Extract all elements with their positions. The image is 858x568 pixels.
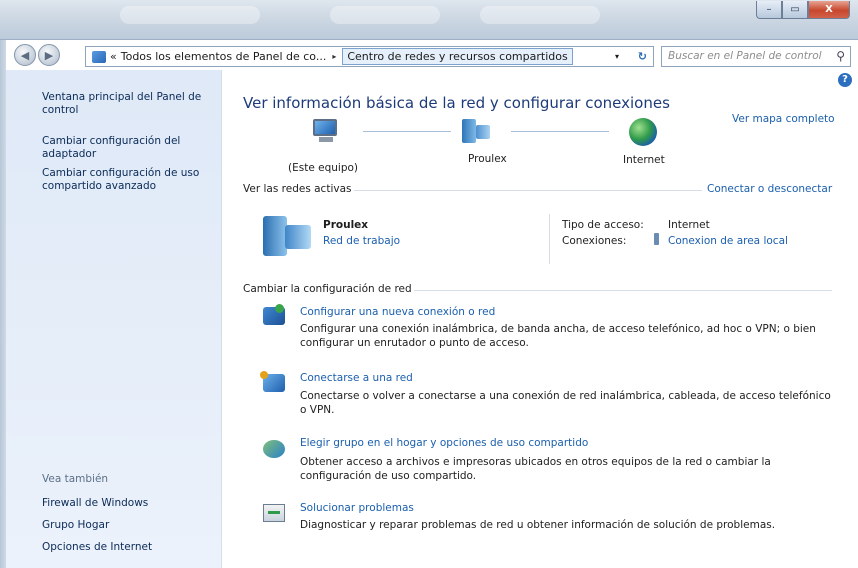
connections-label: Conexiones: [562, 235, 627, 247]
minimize-button[interactable]: – [756, 1, 782, 19]
network-label: Proulex [468, 153, 507, 165]
help-icon[interactable]: ? [838, 73, 852, 87]
task-troubleshoot-desc: Diagnosticar y reparar problemas de red … [300, 519, 776, 531]
breadcrumb-chevron-icon[interactable]: ▸ [332, 52, 336, 61]
task-connect-network[interactable]: Conectarse a una red [300, 372, 413, 384]
task-troubleshoot[interactable]: Solucionar problemas [300, 502, 414, 514]
title-bar-glass [330, 6, 440, 24]
network-category-icon-part [263, 216, 287, 256]
task-new-connection[interactable]: Configurar una nueva conexión o red [300, 306, 495, 318]
sidebar-item-change-adapter[interactable]: Cambiar configuración del adaptador [42, 135, 192, 161]
internet-label: Internet [623, 154, 665, 166]
ethernet-icon [654, 233, 659, 245]
close-button[interactable]: X [808, 1, 850, 19]
section-divider [354, 190, 702, 191]
change-settings-heading: Cambiar la configuración de red [243, 283, 412, 295]
task-new-connection-desc: Configurar una conexión inalámbrica, de … [300, 323, 816, 349]
refresh-icon[interactable]: ↻ [638, 50, 647, 63]
search-input[interactable]: Buscar en el Panel de control ⚲ [661, 46, 851, 67]
active-networks-heading: Ver las redes activas [243, 183, 352, 195]
see-also-heading: Vea también [42, 473, 109, 485]
computer-icon[interactable] [309, 119, 343, 145]
sidebar-item-control-panel-home[interactable]: Ventana principal del Panel de control [42, 91, 214, 117]
map-connector [511, 131, 609, 132]
search-placeholder: Buscar en el Panel de control [668, 50, 822, 62]
network-type-link[interactable]: Red de trabajo [323, 235, 400, 247]
sidebar-item-advanced-sharing[interactable]: Cambiar configuración de uso compartido … [42, 167, 214, 193]
computer-screen [313, 119, 337, 136]
connection-link[interactable]: Conexion de area local [668, 235, 788, 247]
sidebar-item-internet-options[interactable]: Opciones de Internet [42, 541, 152, 554]
vertical-divider [549, 214, 550, 264]
control-panel-icon [92, 50, 106, 63]
title-bar-glass [480, 6, 600, 24]
breadcrumb-control-panel[interactable]: Todos los elementos de Panel de co... [121, 50, 327, 63]
internet-globe-icon[interactable] [629, 118, 657, 146]
page-title: Ver información básica de la red y confi… [243, 94, 670, 112]
breadcrumb-overflow[interactable]: « [110, 50, 117, 63]
task-connect-network-desc: Conectarse o volver a conectarse a una c… [300, 390, 831, 416]
window-controls: – ▭ X [756, 1, 850, 19]
computer-label: (Este equipo) [288, 162, 358, 174]
title-bar: – ▭ X [0, 0, 858, 40]
search-icon[interactable]: ⚲ [836, 49, 845, 63]
sidebar-item-firewall[interactable]: Firewall de Windows [42, 497, 148, 510]
task-homegroup-sharing[interactable]: Elegir grupo en el hogar y opciones de u… [300, 437, 588, 449]
address-dropdown-icon[interactable]: ▾ [615, 52, 619, 61]
network-icon[interactable] [462, 119, 492, 145]
connect-disconnect-link[interactable]: Conectar o desconectar [707, 183, 832, 195]
network-category-icon-part [285, 225, 311, 249]
new-connection-icon [263, 304, 285, 325]
map-connector [363, 131, 451, 132]
access-type-value: Internet [668, 219, 710, 231]
full-map-link[interactable]: Ver mapa completo [732, 113, 835, 125]
task-homegroup-sharing-desc: Obtener acceso a archivos e impresoras u… [300, 456, 771, 482]
network-name: Proulex [323, 219, 369, 231]
back-button[interactable]: ◀ [14, 44, 36, 66]
forward-button[interactable]: ▶ [38, 44, 60, 66]
connect-network-icon [260, 371, 285, 392]
navigation-bar: ◀ ▶ « Todos los elementos de Panel de co… [0, 40, 858, 70]
section-divider [414, 290, 832, 291]
troubleshoot-icon [263, 504, 285, 522]
network-icon-part [476, 125, 490, 139]
title-bar-glass [120, 6, 260, 24]
maximize-button[interactable]: ▭ [782, 1, 808, 19]
network-icon-part [462, 119, 476, 143]
homegroup-icon [263, 440, 285, 458]
breadcrumb-network-center[interactable]: Centro de redes y recursos compartidos [342, 48, 573, 65]
network-category-icon[interactable] [263, 216, 313, 256]
sidebar-item-homegroup[interactable]: Grupo Hogar [42, 519, 109, 532]
computer-base [319, 137, 333, 142]
address-bar[interactable]: « Todos los elementos de Panel de co... … [85, 46, 654, 67]
access-type-label: Tipo de acceso: [562, 219, 644, 231]
